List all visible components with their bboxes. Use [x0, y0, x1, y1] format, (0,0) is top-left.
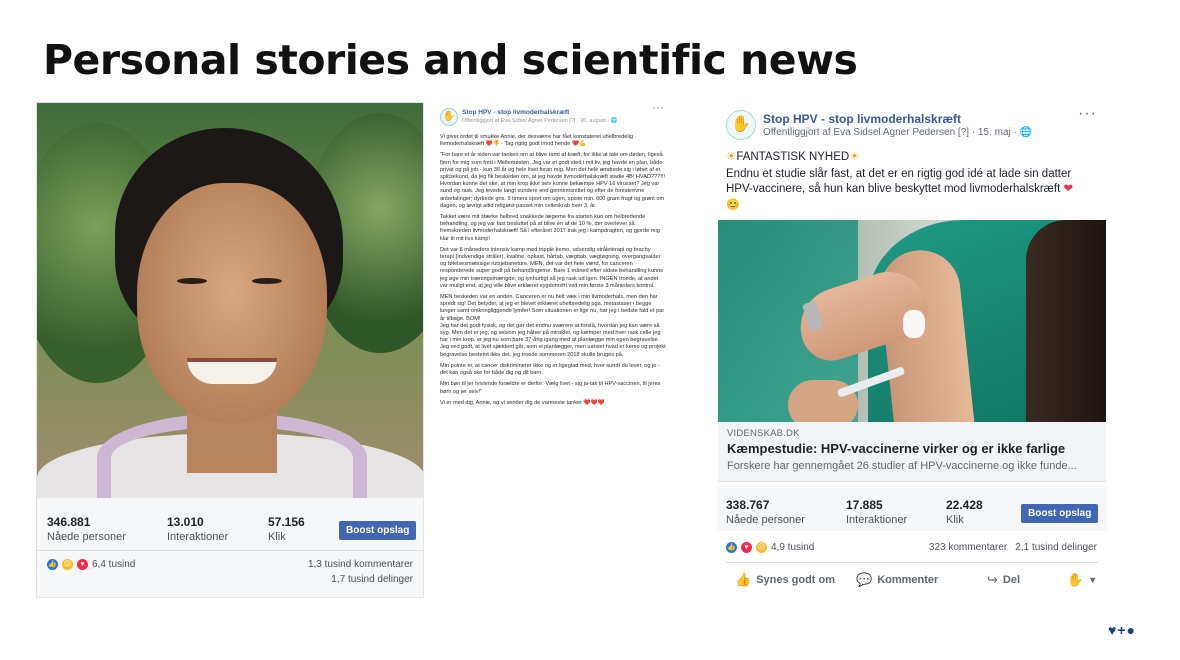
- stat-value: 346.881: [47, 515, 91, 529]
- post-body: Vi giver ordet til smukke Annie, der des…: [440, 134, 666, 411]
- link-title: Kæmpestudie: HPV-vaccinerne virker og er…: [727, 441, 1066, 456]
- right-stat-reach: 338.767 Nåede personer: [726, 498, 805, 526]
- link-description: Forskere har gennemgået 26 studier af HP…: [727, 460, 1077, 472]
- left-stat-reach: 346.881 Nåede personer: [47, 515, 126, 543]
- sad-reaction-icon: ☹: [62, 559, 73, 570]
- post-paragraph: Vi giver ordet til smukke Annie, der des…: [440, 134, 633, 148]
- post-actions-bar: 👍 Synes godt om 💬 Kommenter ↪ Del ✋ ▼: [717, 565, 1107, 595]
- middle-post-card: ✋ Stop HPV - stop livmoderhalskræft Offe…: [436, 104, 668, 598]
- stat-label: Nåede personer: [47, 531, 126, 543]
- link-preview[interactable]: VIDENSKAB.DK Kæmpestudie: HPV-vaccinerne…: [718, 422, 1106, 482]
- post-paragraph: "For bare et år siden var tanken om at b…: [440, 152, 666, 209]
- reactions-summary[interactable]: 👍 ♥ ☹ 4,9 tusind: [726, 542, 814, 553]
- reactions-summary[interactable]: 👍 ☹ ♥ 6,4 tusind: [47, 559, 135, 570]
- share-label: Del: [1002, 574, 1021, 586]
- stat-label: Klik: [946, 514, 964, 526]
- thumbs-up-icon: 👍: [735, 572, 752, 587]
- post-paragraph: Takket være mit stærke helbred snakkede …: [440, 214, 660, 242]
- stat-label: Interaktioner: [167, 531, 229, 543]
- post-paragraph: Min bøn til jer tvivlende forældre er de…: [440, 381, 661, 395]
- sun-emoji-icon: ☀: [726, 151, 737, 163]
- stat-value: 17.885: [846, 498, 883, 512]
- headline-text: FANTASTISK NYHED: [736, 151, 850, 163]
- brand-logo: ♥+●: [1108, 622, 1136, 638]
- boost-post-button[interactable]: Boost opslag: [1021, 504, 1099, 523]
- stat-value: 57.156: [268, 515, 305, 529]
- comments-label: 1,3 tusind kommentarer: [307, 559, 413, 570]
- share-button[interactable]: ↪ Del: [987, 572, 1020, 588]
- stat-label: Klik: [268, 531, 286, 543]
- post-headline: ☀FANTASTISK NYHED☀: [726, 149, 860, 163]
- divider: [37, 550, 423, 551]
- post-as-selector[interactable]: ✋ ▼: [1067, 572, 1097, 588]
- shares-label: 2,1 tusind delinger: [1015, 542, 1097, 553]
- reactions-count: 4,9 tusind: [771, 542, 815, 553]
- divider: [726, 562, 1098, 563]
- post-paragraph: Vi er med dig, Annie, og vi sender dig d…: [440, 399, 605, 406]
- stat-value: 338.767: [726, 498, 770, 512]
- like-reaction-icon: 👍: [47, 559, 58, 570]
- stat-value: 22.428: [946, 498, 983, 512]
- shares-count[interactable]: 1,7 tusind delinger: [331, 574, 413, 585]
- sun-emoji-icon: ☀: [849, 151, 860, 163]
- chevron-down-icon: ▼: [1088, 575, 1098, 585]
- link-domain: VIDENSKAB.DK: [727, 428, 800, 439]
- comment-label: Kommenter: [877, 574, 939, 586]
- portrait-photo: [37, 103, 423, 498]
- right-stat-clicks: 22.428 Klik: [946, 498, 983, 526]
- angry-reaction-icon: ☹: [756, 542, 767, 553]
- slide-title: Personal stories and scientific news: [43, 36, 858, 84]
- reactions-count: 6,4 tusind: [92, 559, 136, 570]
- stat-value: 13.010: [167, 515, 204, 529]
- stat-label: Nåede personer: [726, 514, 805, 526]
- page-logo-icon[interactable]: ✋: [440, 108, 458, 126]
- like-button[interactable]: 👍 Synes godt om: [735, 572, 835, 588]
- page-avatar-icon: ✋: [1067, 572, 1084, 587]
- page-logo-icon[interactable]: ✋: [726, 110, 756, 140]
- like-reaction-icon: 👍: [726, 542, 737, 553]
- share-arrow-icon: ↪: [987, 572, 998, 587]
- stat-label: Interaktioner: [846, 514, 908, 526]
- page-name-link[interactable]: Stop HPV - stop livmoderhalskræft: [763, 112, 961, 126]
- more-options-icon[interactable]: ···: [1078, 105, 1097, 123]
- like-label: Synes godt om: [756, 574, 836, 586]
- love-reaction-icon: ♥: [77, 559, 88, 570]
- more-options-icon[interactable]: ···: [652, 104, 664, 113]
- post-text-body: Endnu et studie slår fast, at det er en …: [726, 168, 1072, 195]
- left-stat-interactions: 13.010 Interaktioner: [167, 515, 228, 543]
- post-byline: Offentliggjort af Eva Sidsel Agner Peder…: [462, 118, 618, 124]
- comment-icon: 💬: [856, 572, 873, 587]
- boost-post-button[interactable]: Boost opslag: [339, 521, 417, 540]
- post-paragraph: Det var 8 måneders intensiv kamp med tri…: [440, 246, 664, 289]
- post-paragraph: MEN beskeden var en anden. Canceren er n…: [440, 294, 666, 358]
- shares-label: 1,7 tusind delinger: [331, 574, 413, 585]
- post-text: Endnu et studie slår fast, at det er en …: [726, 167, 1100, 197]
- post-byline: Offentliggjort af Eva Sidsel Agner Peder…: [763, 127, 1033, 138]
- comments-label: 323 kommentarer: [928, 542, 1008, 553]
- comments-shares-summary[interactable]: 323 kommentarer 2,1 tusind delinger: [929, 542, 1097, 553]
- left-stat-clicks: 57.156 Klik: [268, 515, 305, 543]
- right-stat-interactions: 17.885 Interaktioner: [846, 498, 907, 526]
- page-name-link[interactable]: Stop HPV - stop livmoderhalskræft: [462, 109, 569, 116]
- comment-button[interactable]: 💬 Kommenter: [856, 572, 938, 588]
- heart-emoji-icon: ❤: [1063, 183, 1074, 195]
- post-paragraph: Min pointe er, at cancer diskriminerer i…: [440, 362, 660, 377]
- love-reaction-icon: ♥: [741, 542, 752, 553]
- smile-emoji-icon: 😊: [726, 199, 740, 211]
- left-post-card: 346.881 Nåede personer 13.010 Interaktio…: [36, 102, 424, 598]
- comments-count[interactable]: 1,3 tusind kommentarer: [308, 559, 413, 570]
- right-post-card: ✋ Stop HPV - stop livmoderhalskræft Offe…: [717, 102, 1107, 598]
- vaccination-photo[interactable]: [718, 220, 1106, 422]
